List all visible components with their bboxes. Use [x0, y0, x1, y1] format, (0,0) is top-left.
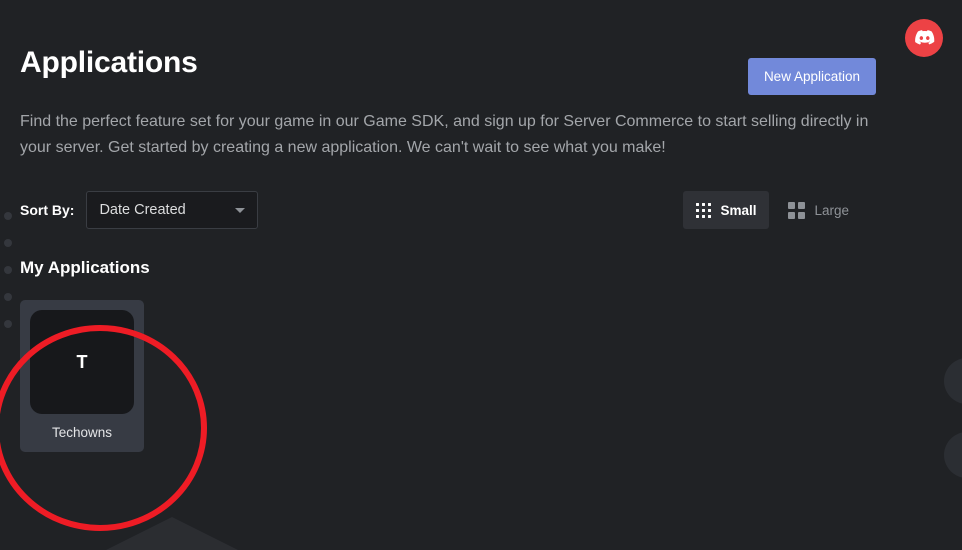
sort-by-value: Date Created [99, 202, 186, 218]
page-description: Find the perfect feature set for your ga… [20, 113, 869, 156]
view-mode-large-label: Large [814, 202, 849, 218]
grid-small-icon [696, 202, 712, 218]
application-grid: T Techowns [20, 300, 942, 452]
sort-by-select[interactable]: Date Created [86, 191, 259, 229]
controls-row: Sort By: Date Created Small Large [20, 191, 942, 229]
bottom-triangle-decoration [106, 517, 238, 550]
view-mode-large-button[interactable]: Large [775, 191, 862, 229]
application-name: Techowns [51, 425, 113, 440]
view-mode-toggle: Small Large [683, 191, 862, 229]
view-mode-small-button[interactable]: Small [683, 191, 770, 229]
page-header-row: Applications New Application [20, 44, 942, 95]
applications-page: Applications New Application Find the pe… [0, 0, 962, 550]
new-application-button[interactable]: New Application [747, 58, 876, 95]
application-card[interactable]: T Techowns [20, 300, 144, 452]
view-mode-small-label: Small [720, 202, 757, 218]
grid-large-icon [788, 201, 806, 219]
discord-logo-icon[interactable] [905, 19, 943, 57]
page-content: Applications New Application Find the pe… [0, 0, 962, 452]
application-icon: T [30, 310, 134, 414]
my-applications-heading: My Applications [20, 258, 150, 277]
sort-by-label: Sort By: [20, 202, 75, 218]
chevron-down-icon [235, 208, 246, 213]
